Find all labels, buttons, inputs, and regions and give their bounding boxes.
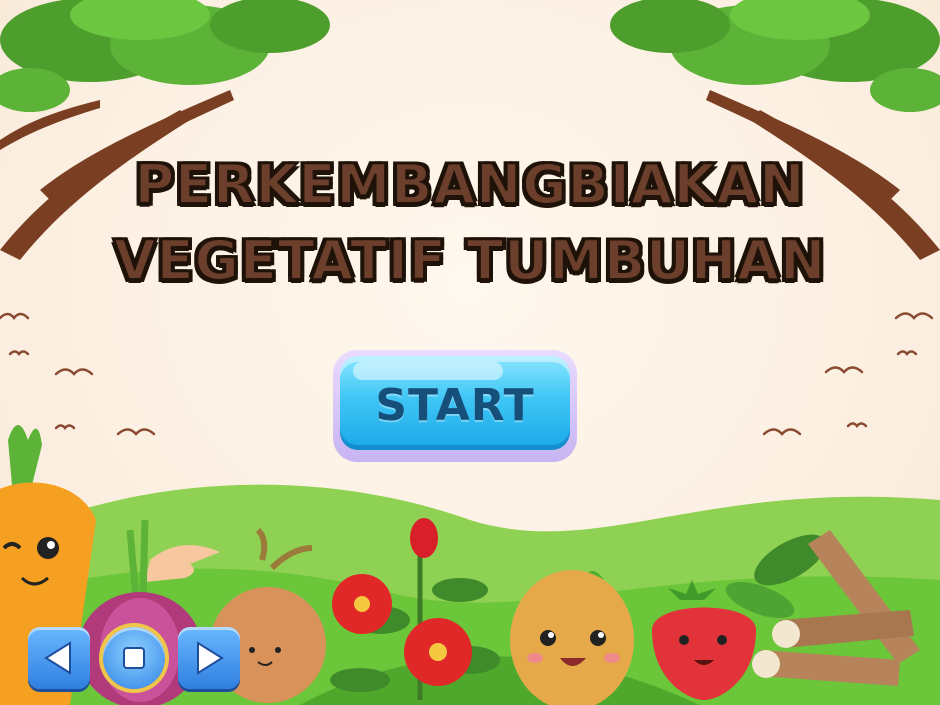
next-button[interactable] [178, 627, 240, 689]
tree-left-illustration [0, 0, 330, 260]
start-button-gloss [353, 362, 503, 380]
game-title-screen: PERKEMBANGBIAKAN VEGETATIF TUMBUHAN STAR… [0, 0, 940, 705]
start-button-label: START [375, 380, 535, 431]
triangle-right-icon [197, 641, 224, 675]
square-stop-icon [123, 647, 145, 669]
previous-button[interactable] [28, 627, 90, 689]
game-title-line-1: PERKEMBANGBIAKAN [134, 153, 806, 216]
stop-button[interactable] [103, 627, 165, 689]
start-button[interactable]: START [333, 350, 577, 462]
tree-right-illustration [610, 0, 940, 260]
triangle-left-icon [44, 641, 71, 675]
potato-character [510, 570, 634, 705]
game-title-line-2: VEGETATIF TUMBUHAN [113, 229, 827, 292]
